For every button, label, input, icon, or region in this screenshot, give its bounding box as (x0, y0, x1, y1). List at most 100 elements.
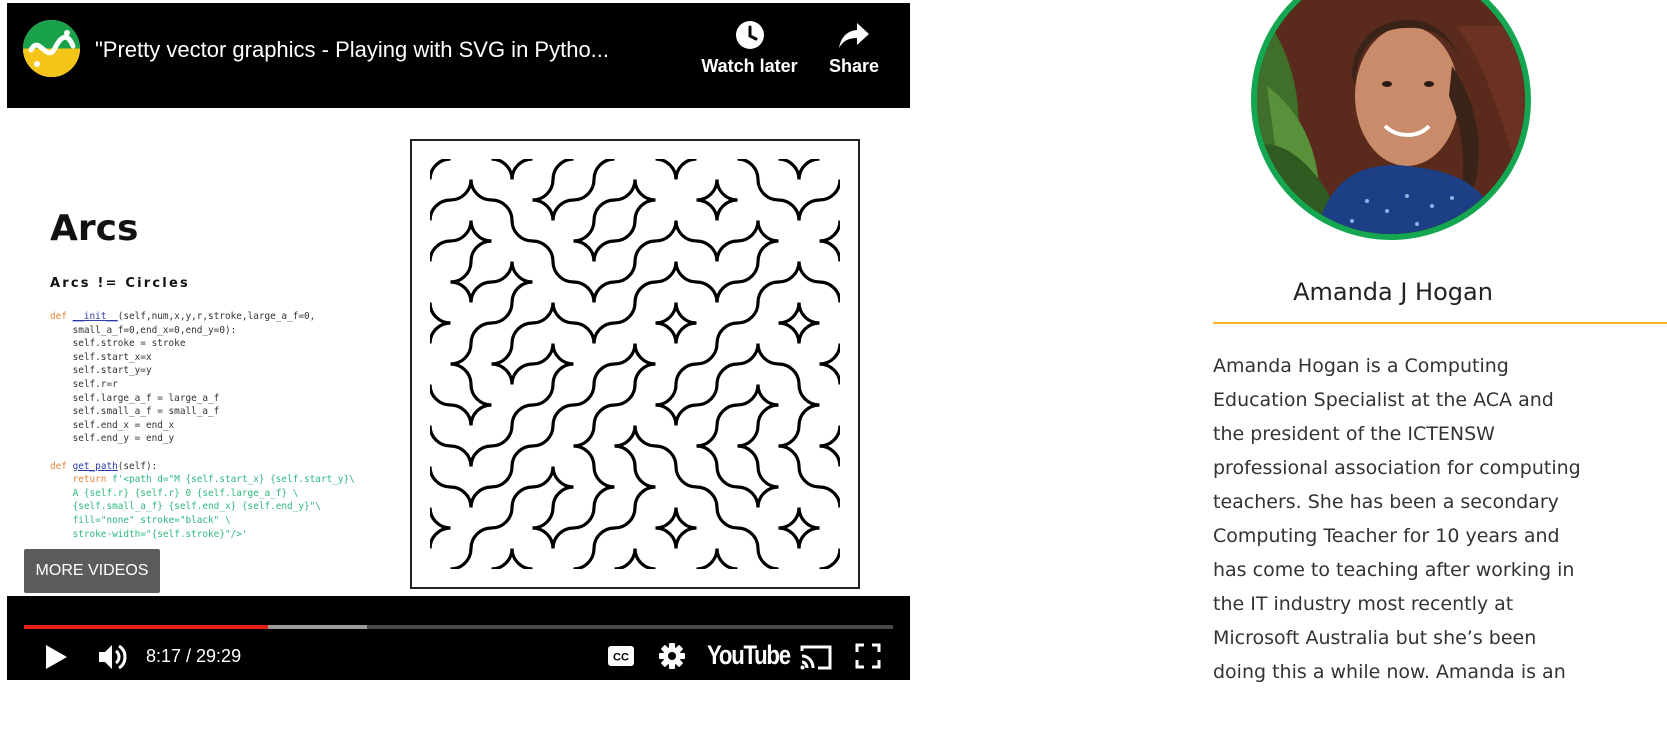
video-title[interactable]: "Pretty vector graphics - Playing with S… (95, 37, 687, 63)
arc-tile (592, 198, 637, 243)
arc-tile (715, 403, 760, 448)
code-line: def get_path(self): (50, 460, 158, 472)
arc-tile (430, 362, 473, 407)
arc-tile (715, 159, 760, 202)
arc-tile (551, 239, 596, 284)
bio-line: Computing Teacher for 10 years and (1213, 525, 1560, 547)
arc-tile (510, 485, 555, 530)
speaker-bio: Amanda Hogan is a Computing Education Spe… (1213, 349, 1667, 739)
arc-pattern-svg (430, 159, 840, 569)
arc-tile (756, 526, 801, 569)
captions-icon[interactable]: CC (607, 645, 635, 667)
arc-tile (797, 403, 840, 448)
code-line: small_a_f=0,end_x=0,end_y=0): (72, 324, 237, 336)
arc-tile (430, 403, 473, 448)
code-line: self.start_y=y (72, 365, 152, 377)
code-line: fill="none" stroke="black" \ (72, 514, 231, 526)
arc-tile (674, 526, 719, 569)
bio-line: teachers. She has been a secondary (1213, 491, 1559, 513)
arc-tile (510, 198, 555, 243)
arc-tile (633, 198, 678, 243)
channel-logo[interactable] (23, 20, 80, 77)
arc-tile (797, 444, 840, 489)
arc-tile (756, 280, 801, 325)
arc-tile (430, 198, 473, 243)
video-frame-slide[interactable]: Arcs Arcs != Circles def __init__(self,n… (7, 108, 910, 596)
code-line: self.large_a_f = large_a_f (72, 392, 220, 404)
arc-tile (469, 280, 514, 325)
arc-tile (715, 239, 760, 284)
code-line: A {self.r} {self.r} 0 {self.large_a_f} \ (72, 487, 299, 499)
code-line: self.end_x = end_x (72, 419, 175, 431)
arc-tile (797, 321, 840, 366)
arc-tile (592, 280, 637, 325)
arc-tile (674, 444, 719, 489)
arc-tile (430, 321, 473, 366)
code-line: def __init__(self,num,x,y,r,stroke,large… (50, 311, 316, 322)
arc-tile (551, 362, 596, 407)
video-player[interactable]: "Pretty vector graphics - Playing with S… (7, 3, 910, 680)
arc-tile (469, 239, 514, 284)
arc-tile (430, 485, 473, 530)
arc-tile (797, 198, 840, 243)
arc-tile (469, 362, 514, 407)
cast-icon[interactable] (799, 643, 833, 671)
code-line: self.end_y = end_y (72, 433, 175, 445)
arc-tile (633, 444, 678, 489)
arc-tile (756, 321, 801, 366)
arc-tile (797, 159, 840, 202)
code-line: {self.small_a_f} {self.end_x} {self.end_… (72, 501, 321, 513)
arc-tile (551, 321, 596, 366)
arc-tile (592, 526, 637, 569)
share-button[interactable]: Share (825, 19, 883, 77)
arc-tile (430, 526, 473, 569)
svg-text:CC: CC (613, 652, 629, 664)
arc-tile (756, 198, 801, 243)
arc-tile (715, 198, 760, 243)
arc-tile (756, 444, 801, 489)
arc-tile (633, 239, 678, 284)
bio-line: Amanda Hogan is a Computing (1213, 355, 1509, 377)
arc-tile (592, 444, 637, 489)
code-line: self.start_x=x (72, 351, 152, 363)
speaker-photo (1257, 0, 1525, 234)
arc-tile (633, 321, 678, 366)
arc-tile (430, 444, 473, 489)
play-icon[interactable] (43, 643, 69, 671)
arc-tile (510, 321, 555, 366)
code-line: self.small_a_f = small_a_f (72, 406, 220, 418)
arc-tile (469, 159, 514, 202)
player-controls: 8:17 / 29:29 CC YouTube (7, 596, 910, 680)
arc-tile (469, 403, 514, 448)
arc-tile (797, 362, 840, 407)
code-line: self.r=r (72, 378, 118, 390)
youtube-logo[interactable]: YouTube (707, 640, 791, 671)
arc-tile (469, 485, 514, 530)
more-videos-button[interactable]: MORE VIDEOS (24, 549, 160, 593)
arc-tile (510, 239, 555, 284)
progress-bar[interactable] (24, 625, 893, 629)
arc-tile (551, 526, 596, 569)
arc-tile (592, 362, 637, 407)
arc-tile (797, 239, 840, 284)
settings-gear-icon[interactable] (658, 642, 686, 670)
arc-tile (469, 526, 514, 569)
watch-later-label: Watch later (701, 56, 798, 76)
watch-later-button[interactable]: Watch later (697, 19, 802, 77)
arc-tile (633, 485, 678, 530)
arc-tile (469, 444, 514, 489)
slide-subtitle: Arcs != Circles (50, 276, 190, 291)
arc-tile (674, 485, 719, 530)
code-line: self.stroke = stroke (72, 338, 186, 350)
arc-tile (592, 485, 637, 530)
volume-icon[interactable] (97, 642, 129, 672)
time-display: 8:17 / 29:29 (146, 646, 242, 666)
bio-line: doing this a while now. Amanda is an (1213, 661, 1566, 683)
arc-tile (756, 239, 801, 284)
arc-tile (797, 280, 840, 325)
arc-tile (430, 159, 473, 202)
arc-tile (510, 444, 555, 489)
fullscreen-icon[interactable] (855, 643, 881, 669)
arc-tile (674, 403, 719, 448)
arc-tile (674, 280, 719, 325)
